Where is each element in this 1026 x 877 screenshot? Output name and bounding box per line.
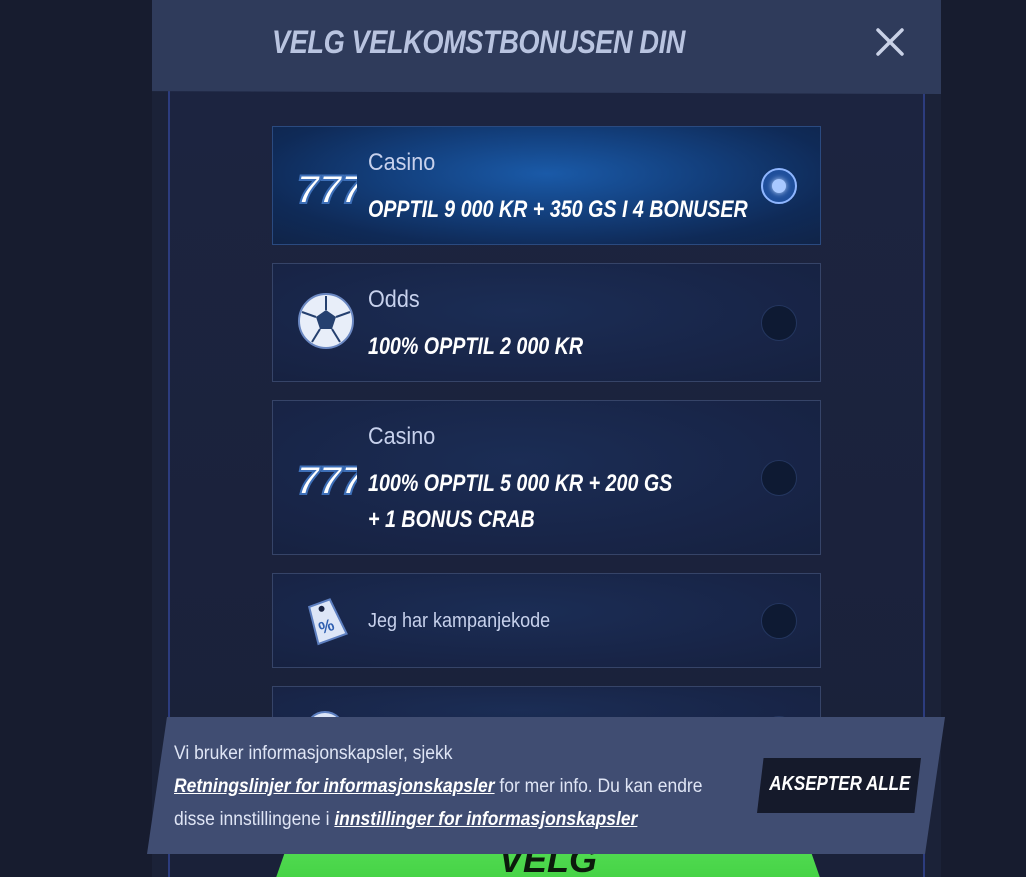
option-category: Casino <box>368 149 436 176</box>
option-offer-line1: 100% OPPTIL 5 000 KR + 200 GS <box>368 470 673 497</box>
cookie-policy-link[interactable]: Retningslinjer for informasjonskapsler <box>174 776 495 797</box>
close-button[interactable] <box>872 24 908 60</box>
option-category: Casino <box>368 423 436 450</box>
slot-777-icon: 777 <box>296 167 357 213</box>
bonus-option-casino-2[interactable]: 777 Casino 100% OPPTIL 5 000 KR + 200 GS… <box>272 400 821 555</box>
cookie-text: Vi bruker informasjonskapsler, sjekk Ret… <box>174 737 717 836</box>
cookie-banner: Vi bruker informasjonskapsler, sjekk Ret… <box>147 717 945 854</box>
option-radio[interactable] <box>761 305 797 341</box>
football-icon <box>298 293 354 349</box>
slot-777-icon: 777 <box>296 458 357 504</box>
svg-text:777: 777 <box>297 459 357 503</box>
cookie-text-intro: Vi bruker informasjonskapsler, sjekk <box>174 743 453 764</box>
option-radio[interactable] <box>761 460 797 496</box>
svg-text:777: 777 <box>297 168 357 212</box>
option-offer-line2: + 1 BONUS CRAB <box>368 506 535 533</box>
bonus-option-odds[interactable]: Odds 100% OPPTIL 2 000 KR <box>272 263 821 382</box>
modal-title: VELG VELKOMSTBONUSEN DIN <box>272 24 685 60</box>
percent-tag-icon: % <box>307 598 348 646</box>
close-icon <box>876 28 904 56</box>
accept-all-label: AKSEPTER ALLE <box>769 773 911 795</box>
option-category: Odds <box>368 286 420 313</box>
accept-all-button[interactable]: AKSEPTER ALLE <box>757 758 921 813</box>
option-label: Jeg har kampanjekode <box>368 610 551 632</box>
option-offer: 100% OPPTIL 2 000 KR <box>368 333 584 360</box>
option-offer: OPPTIL 9 000 KR + 350 GS I 4 BONUSER <box>368 196 748 223</box>
option-radio[interactable] <box>761 603 797 639</box>
bonus-option-casino-1[interactable]: 777 Casino OPPTIL 9 000 KR + 350 GS I 4 … <box>272 126 821 245</box>
option-radio-selected[interactable] <box>761 168 797 204</box>
bonus-option-promo-code[interactable]: % Jeg har kampanjekode <box>272 573 821 668</box>
cookie-settings-link[interactable]: innstillinger for informasjonskapsler <box>334 809 637 830</box>
modal-header: VELG VELKOMSTBONUSEN DIN <box>152 0 941 94</box>
